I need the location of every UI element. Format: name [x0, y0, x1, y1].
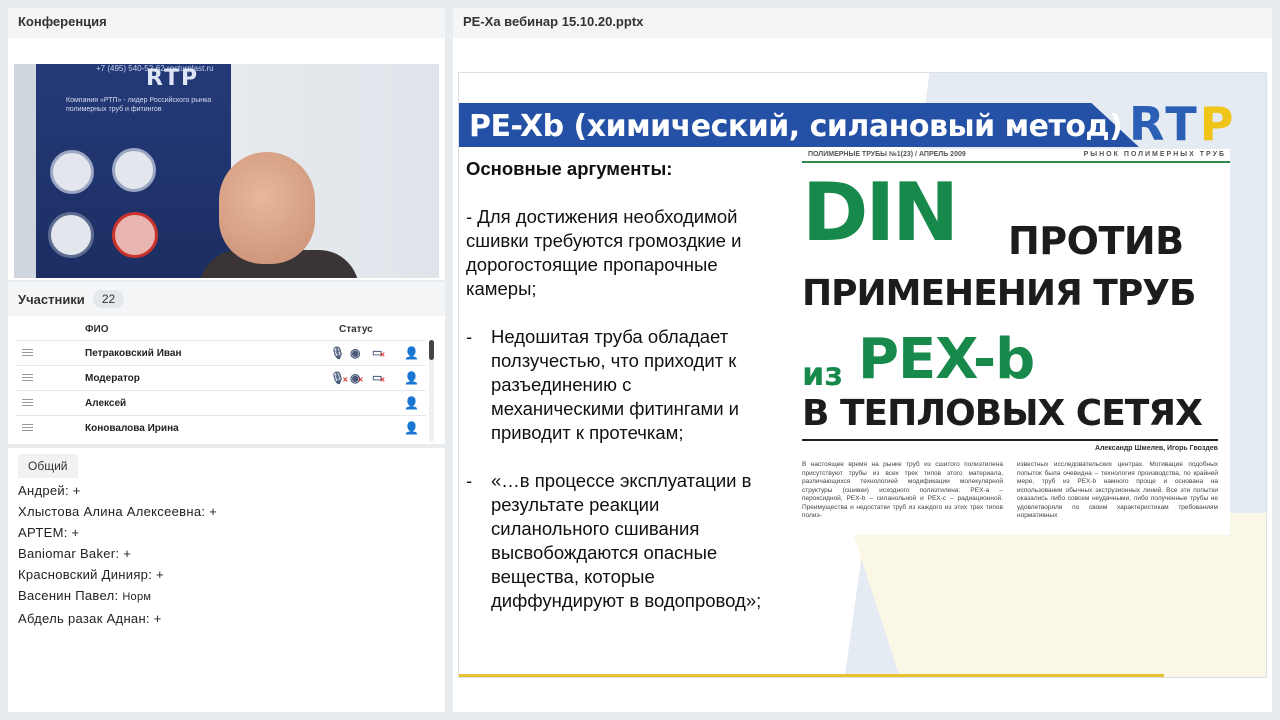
screen-share-off-icon[interactable]: ▭: [372, 371, 386, 388]
headline-pexb: PEX-b: [858, 327, 1035, 392]
presentation-title: PE-Xa вебинар 15.10.20.pptx: [453, 8, 1272, 38]
pipe-image: [50, 150, 94, 194]
argument-point: - Недошитая труба обладает ползучестью, …: [466, 325, 766, 445]
drag-handle-icon[interactable]: [22, 349, 33, 356]
chat-message: Абдель разак Аднан: +: [18, 611, 162, 626]
scrollbar-thumb[interactable]: [429, 340, 434, 360]
slide-accent-line: [459, 674, 1164, 677]
participants-table-header: ФИО Статус: [8, 322, 436, 340]
article-authors: Александр Шмелев, Игорь Гвоздев: [1095, 445, 1218, 452]
left-column: Конференция +7 (495) 540-52-62 rosturpla…: [8, 8, 445, 712]
screen-share-off-icon[interactable]: ▭: [372, 346, 386, 363]
slide-title: PE-Xb (химический, силановый метод): [469, 109, 1123, 144]
headline-line4: В ТЕПЛОВЫХ СЕТЯХ: [802, 393, 1203, 434]
chat-message: АРТЕМ: +: [18, 525, 80, 540]
chat-tab-general[interactable]: Общий: [18, 454, 78, 478]
conference-title: Конференция: [8, 8, 445, 38]
camera-icon[interactable]: ◉: [350, 346, 360, 360]
rtp-logo-text: RTP: [1129, 97, 1237, 151]
slide: PE-Xb (химический, силановый метод) RTP …: [458, 72, 1267, 678]
pipe-image: [112, 212, 158, 258]
chat-message: Baniomar Baker: +: [18, 546, 132, 561]
participant-name: Петраковский Иван: [85, 348, 182, 359]
participants-count-badge: 22: [92, 290, 125, 308]
magazine-divider: [802, 439, 1218, 441]
argument-point: - «…в процессе эксплуатации в результате…: [466, 469, 766, 613]
microphone-icon[interactable]: 🎙: [330, 346, 345, 360]
speaker-head: [219, 152, 315, 264]
chat-message-text: Васенин Павел:: [18, 588, 123, 603]
participants-header: Участники 22: [8, 282, 445, 316]
participants-scrollbar[interactable]: [429, 340, 434, 442]
chat-message: Красновский Динияр: +: [18, 567, 164, 582]
banner-text: Компания «РТП» - лидер Российского рынка…: [66, 97, 212, 113]
argument-text: Недошитая труба обладает ползучестью, чт…: [491, 326, 740, 443]
headline-protiv: ПРОТИВ: [1008, 219, 1184, 263]
conference-panel: Конференция +7 (495) 540-52-62 rosturpla…: [8, 8, 445, 280]
participant-row[interactable]: Коновалова Ирина 👤: [16, 415, 426, 440]
participants-title: Участники: [18, 291, 85, 307]
participant-name: Алексей: [85, 398, 127, 409]
chat-message: Андрей: +: [18, 483, 81, 498]
headline-iz: из: [802, 355, 844, 393]
argument-text: «…в процессе эксплуатации в результате р…: [491, 470, 762, 611]
slide-arguments: Основные аргументы: - Для достижения нео…: [466, 157, 766, 613]
pipe-image: [48, 212, 94, 258]
arguments-heading: Основные аргументы:: [466, 158, 673, 179]
chat-panel: Общий Андрей: + Хлыстова Алина Алексеевн…: [8, 448, 445, 712]
moderator-avatar-icon: 👤: [404, 371, 419, 385]
banner-logo: RTP: [146, 66, 200, 91]
drag-handle-icon[interactable]: [22, 399, 33, 406]
chat-messages: Андрей: + Хлыстова Алина Алексеевна: + А…: [8, 478, 445, 631]
participant-row[interactable]: Модератор 🎙 ◉ ▭ 👤: [16, 365, 426, 390]
rtp-banner: +7 (495) 540-52-62 rosturplast.ru RTP Ко…: [36, 64, 231, 278]
article-column: В настоящее время на рынке труб из сшито…: [802, 461, 1003, 519]
microphone-off-icon[interactable]: 🎙: [330, 371, 349, 388]
argument-point: - Для достижения необходимой сшивки треб…: [466, 206, 742, 299]
participants-panel: Участники 22 ФИО Статус Петраковский Ива…: [8, 282, 445, 444]
participant-row[interactable]: Петраковский Иван 🎙 ◉ ▭ 👤: [16, 340, 426, 365]
user-avatar-icon: 👤: [404, 421, 419, 435]
video-feed[interactable]: +7 (495) 540-52-62 rosturplast.ru RTP Ко…: [14, 64, 439, 278]
magazine-issue: ПОЛИМЕРНЫЕ ТРУБЫ №1(23) / АПРЕЛЬ 2009: [808, 151, 966, 158]
chat-message: Васенин Павел: Норм: [18, 585, 435, 608]
bullet-dash: -: [466, 326, 473, 347]
slide-background-shape: [846, 513, 1266, 677]
user-avatar-icon: 👤: [404, 346, 419, 360]
user-avatar-icon: 👤: [404, 396, 419, 410]
headline-line2: ПРИМЕНЕНИЯ ТРУБ: [802, 273, 1196, 314]
participant-row[interactable]: Алексей 👤: [16, 390, 426, 415]
rtp-logo: RTP: [1129, 97, 1236, 151]
participant-name: Коновалова Ирина: [85, 423, 179, 434]
bullet-dash: -: [466, 470, 473, 491]
drag-handle-icon[interactable]: [22, 424, 33, 431]
magazine-header: ПОЛИМЕРНЫЕ ТРУБЫ №1(23) / АПРЕЛЬ 2009 РЫ…: [802, 149, 1230, 163]
participant-name: Модератор: [85, 373, 140, 384]
headline-din: DIN: [802, 166, 959, 259]
chat-message-text-small: Норм: [122, 591, 152, 603]
column-header-status: Статус: [339, 324, 373, 335]
drag-handle-icon[interactable]: [22, 374, 33, 381]
magazine-clipping: ПОЛИМЕРНЫЕ ТРУБЫ №1(23) / АПРЕЛЬ 2009 РЫ…: [802, 149, 1230, 535]
pipe-image: [112, 148, 156, 192]
magazine-section: РЫНОК ПОЛИМЕРНЫХ ТРУБ: [1083, 151, 1226, 158]
column-header-name: ФИО: [85, 324, 109, 335]
article-columns: В настоящее время на рынке труб из сшито…: [802, 461, 1218, 521]
chat-message: Хлыстова Алина Алексеевна: +: [18, 504, 218, 519]
camera-off-icon[interactable]: ◉: [350, 371, 364, 388]
presentation-panel: PE-Xa вебинар 15.10.20.pptx PE-Xb (химич…: [453, 8, 1272, 712]
participants-list: Петраковский Иван 🎙 ◉ ▭ 👤 Модератор 🎙 ◉ …: [16, 340, 426, 440]
article-column: известных исследовательских центрах. Мот…: [1017, 461, 1218, 519]
